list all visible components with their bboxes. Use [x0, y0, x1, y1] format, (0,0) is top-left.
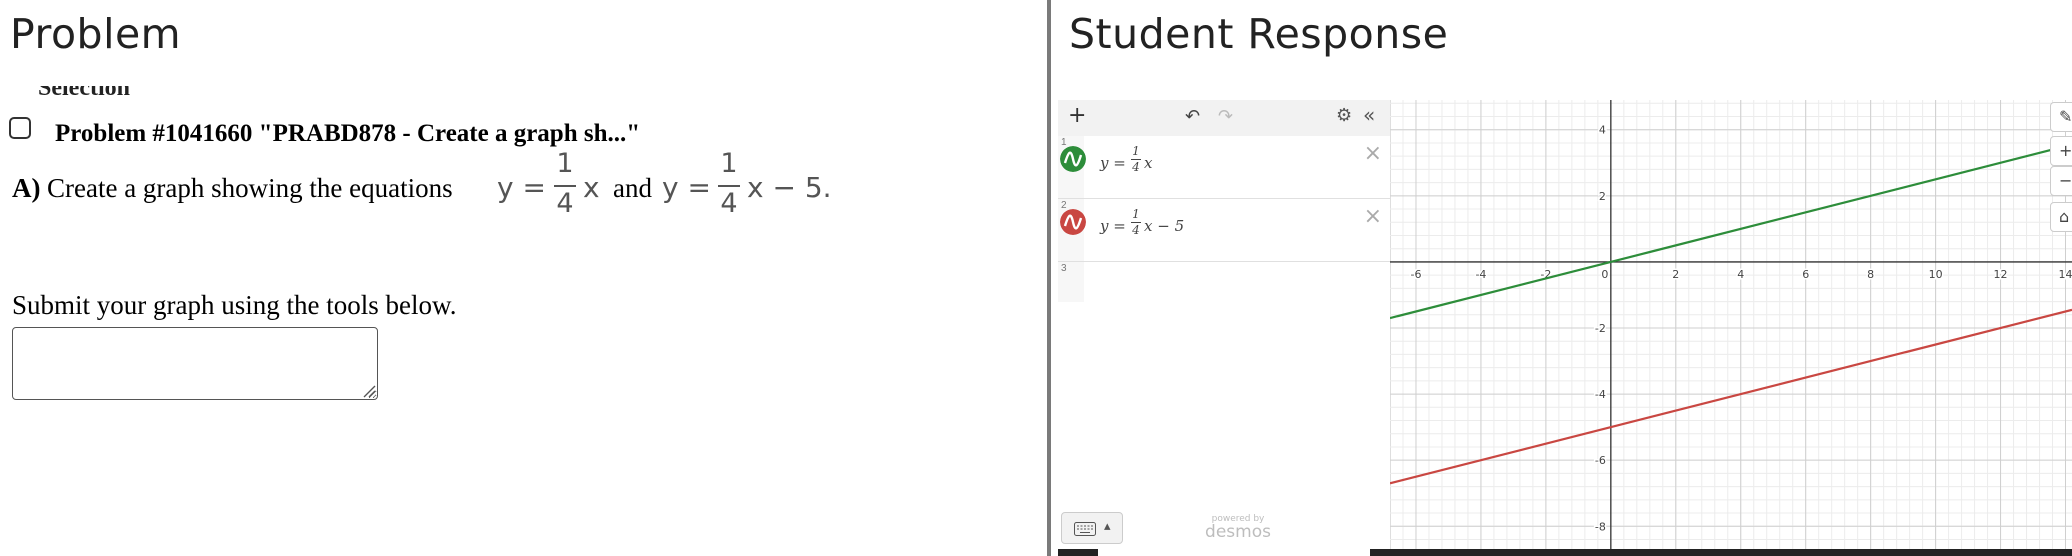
- eq1-denominator: 4: [556, 188, 574, 219]
- expression-index: 1: [1061, 137, 1067, 148]
- expr2-rhs: x − 5: [1144, 217, 1185, 235]
- problem-select-checkbox[interactable]: [9, 117, 31, 139]
- home-button[interactable]: ⌂: [2050, 202, 2072, 232]
- zoom-in-icon: +: [2059, 141, 2072, 160]
- clipped-section-text: Selection: [38, 86, 130, 101]
- expr1-numerator: 1: [1132, 144, 1140, 158]
- y-tick-label: -8: [1595, 520, 1606, 533]
- resize-grip-icon[interactable]: [362, 384, 376, 398]
- problem-pane: Problem Selection Problem #1041660 "PRAB…: [0, 0, 1046, 556]
- x-tick-label: 2: [1672, 268, 1679, 281]
- x-tick-label: 10: [1929, 268, 1943, 281]
- x-tick-label: 4: [1737, 268, 1744, 281]
- x-tick-label: 14: [2059, 268, 2072, 281]
- desmos-calculator: + ↶ ↷ ⚙ « 1 y = 1 4 x × 2 y = 1 4 x − 5 …: [1058, 100, 2072, 556]
- eq1-lhs: y =: [497, 171, 546, 204]
- x-tick-label: 0: [1601, 268, 1608, 281]
- redo-button[interactable]: ↷: [1218, 106, 1233, 127]
- expression-row[interactable]: 1 y = 1 4 x ×: [1058, 136, 1390, 199]
- expr1-denominator: 4: [1132, 160, 1140, 174]
- part-label: A): [12, 173, 41, 203]
- expr2-lhs: y =: [1100, 217, 1126, 235]
- y-tick-label: 4: [1599, 124, 1606, 137]
- problem-title: Problem #1041660 "PRABD878 - Create a gr…: [55, 120, 641, 147]
- clipped-section-label: Selection: [38, 86, 162, 102]
- graph-plot[interactable]: -6 -4 -2 0 2 4 6 8 10 12 14-8-6-4-224: [1390, 100, 2072, 556]
- eq1-numerator: 1: [556, 148, 574, 179]
- delete-expression-icon[interactable]: ×: [1364, 141, 1382, 166]
- zoom-in-button[interactable]: +: [2050, 136, 2072, 166]
- y-tick-label: 2: [1599, 190, 1606, 203]
- eq2-rhs: x − 5.: [747, 171, 832, 204]
- new-expression-row[interactable]: 3: [1058, 262, 1390, 302]
- wrench-icon: ✎: [2059, 107, 2072, 126]
- x-tick-label: -6: [1410, 268, 1421, 281]
- add-expression-button[interactable]: +: [1068, 103, 1086, 128]
- delete-expression-icon[interactable]: ×: [1364, 204, 1382, 229]
- question-connector: and: [613, 173, 652, 203]
- desmos-logo-text: desmos: [1205, 522, 1271, 542]
- expression-list: + ↶ ↷ ⚙ « 1 y = 1 4 x × 2 y = 1 4 x − 5 …: [1058, 100, 1391, 556]
- eq2-fraction-bar: [718, 185, 740, 187]
- expr1-lhs: y =: [1100, 154, 1126, 172]
- expression-index: 3: [1061, 263, 1067, 274]
- eq1-fraction-bar: [554, 185, 576, 187]
- question-prompt: Create a graph showing the equations: [47, 173, 453, 203]
- keyboard-toggle-button[interactable]: ▴: [1061, 512, 1123, 544]
- graph-visibility-icon[interactable]: [1060, 146, 1086, 172]
- graph-settings-wrench-button[interactable]: ✎: [2050, 102, 2072, 132]
- settings-gear-button[interactable]: ⚙: [1336, 105, 1352, 126]
- expr2-numerator: 1: [1132, 207, 1140, 221]
- keyboard-caret-icon: ▴: [1104, 519, 1111, 534]
- expr1-rhs: x: [1144, 154, 1153, 172]
- eq1-rhs: x: [583, 171, 600, 204]
- bottom-scrollbar-left: [1058, 549, 1098, 556]
- undo-button[interactable]: ↶: [1185, 106, 1200, 127]
- graph-visibility-icon[interactable]: [1060, 209, 1086, 235]
- series-line-2: [1390, 308, 2072, 485]
- x-tick-label: 8: [1867, 268, 1874, 281]
- submit-instruction: Submit your graph using the tools below.: [12, 290, 457, 320]
- eq2-denominator: 4: [720, 188, 738, 219]
- home-icon: ⌂: [2059, 207, 2070, 226]
- eq2-lhs: y =: [662, 171, 711, 204]
- collapse-list-button[interactable]: «: [1363, 103, 1375, 127]
- bottom-scrollbar-right: [1370, 549, 2072, 556]
- x-tick-label: -4: [1475, 268, 1486, 281]
- keyboard-icon: [1074, 522, 1096, 536]
- powered-by-desmos: powered by desmos: [1168, 514, 1308, 542]
- answer-textarea[interactable]: [12, 327, 378, 400]
- series-line-1: [1390, 143, 2072, 320]
- expression-gutter: 3: [1058, 262, 1084, 302]
- y-tick-label: -2: [1595, 322, 1606, 335]
- student-response-heading: Student Response: [1069, 10, 1449, 58]
- x-tick-label: 6: [1802, 268, 1809, 281]
- expression-toolbar: + ↶ ↷ ⚙ «: [1058, 100, 1390, 137]
- problem-heading: Problem: [10, 10, 182, 58]
- zoom-out-icon: −: [2059, 171, 2072, 190]
- graph-canvas[interactable]: -6 -4 -2 0 2 4 6 8 10 12 14 -8 -6 -4 -2 2 4 ✎ + − ⌂: [1390, 100, 2072, 556]
- expression-row[interactable]: 2 y = 1 4 x − 5 ×: [1058, 199, 1390, 262]
- eq2-numerator: 1: [720, 148, 738, 179]
- expr2-denominator: 4: [1132, 223, 1140, 237]
- zoom-out-button[interactable]: −: [2050, 166, 2072, 196]
- expression-index: 2: [1061, 200, 1067, 211]
- y-tick-label: -6: [1595, 454, 1606, 467]
- pane-divider[interactable]: [1047, 0, 1051, 556]
- x-tick-label: 12: [1994, 268, 2008, 281]
- y-tick-label: -4: [1595, 388, 1606, 401]
